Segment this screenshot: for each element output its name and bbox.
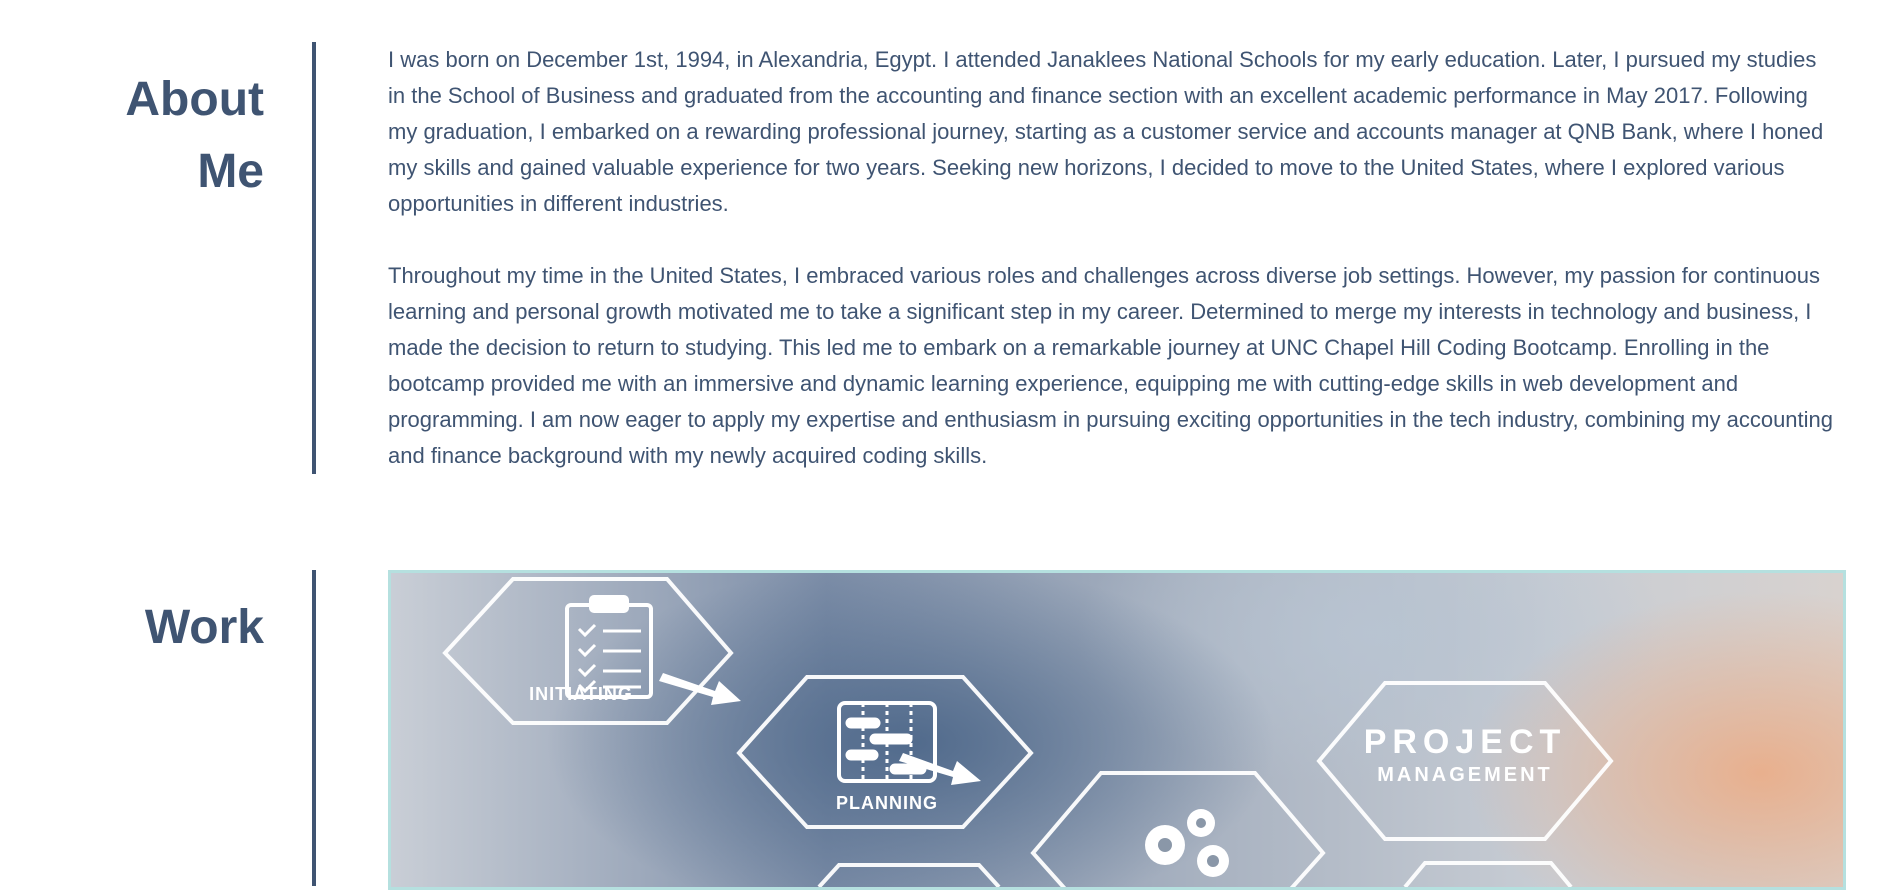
about-section: About Me I was born on December 1st, 199…: [0, 0, 1884, 480]
clipboard-checklist-icon: [565, 595, 653, 699]
work-divider: [312, 570, 316, 886]
hexagon-partial: [817, 863, 1001, 887]
about-paragraph: Throughout my time in the United States,…: [388, 263, 1834, 468]
gantt-chart-icon: [837, 701, 937, 783]
hexagon-project-management: [1316, 681, 1614, 841]
gears-icon: [1145, 809, 1229, 877]
about-paragraph: I was born on December 1st, 1994, in Ale…: [388, 47, 1824, 216]
label-project: PROJECT: [1364, 723, 1567, 761]
work-project-image[interactable]: INITIATING PLANNING PROJECT MANAGEMENT: [388, 570, 1846, 890]
about-content: I was born on December 1st, 1994, in Ale…: [388, 42, 1838, 510]
label-planning: PLANNING: [836, 793, 938, 813]
arrow-icon: [659, 673, 981, 785]
project-management-graphic: INITIATING PLANNING PROJECT MANAGEMENT: [442, 577, 1614, 887]
hexagon-partial: [1403, 861, 1573, 887]
label-management: MANAGEMENT: [1377, 764, 1553, 786]
about-heading: About Me: [125, 73, 264, 198]
about-divider: [312, 42, 316, 474]
work-heading: Work: [144, 601, 264, 654]
work-section: Work INITIATING PLANNING PROJECT MANAGEM…: [0, 568, 1884, 890]
label-initiating: INITIATING: [529, 684, 633, 704]
